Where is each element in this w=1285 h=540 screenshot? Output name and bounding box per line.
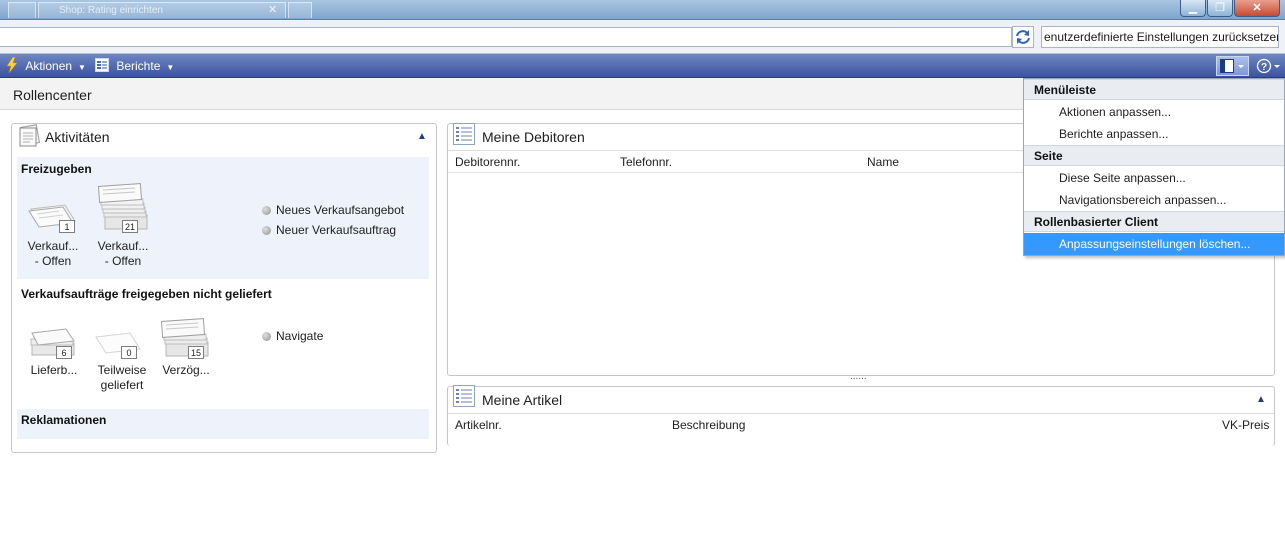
count-badge: 21 (122, 220, 138, 233)
browser-title-bar: Shop: Rating einrichten ✕ ▁ ❐ ✕ (0, 0, 1285, 20)
list-icon (453, 385, 475, 407)
column-header[interactable]: Debitorennr. (455, 155, 520, 169)
report-icon (95, 58, 109, 72)
tile-label-line1: Verkauf... (27, 239, 79, 253)
list-icon (453, 123, 475, 145)
close-button[interactable]: ✕ (1234, 0, 1280, 17)
link-label: Navigate (276, 329, 324, 343)
address-input[interactable] (0, 27, 1012, 47)
splitter-handle[interactable]: ...... (850, 371, 867, 382)
command-bar: Aktionen ▼ Berichte ▼ ? (0, 54, 1285, 78)
menu-item-customize-page[interactable]: Diese Seite anpassen... (1024, 167, 1284, 189)
divider (448, 413, 1274, 414)
chevron-down-icon: ▼ (166, 63, 175, 72)
customize-layout-button[interactable] (1216, 56, 1249, 76)
section-header: Reklamationen (21, 413, 107, 427)
count-badge: 0 (121, 346, 137, 359)
menu-group-header: Rollenbasierter Client (1024, 211, 1284, 232)
column-header[interactable]: Beschreibung (672, 418, 745, 432)
cue-tile-partially-shipped[interactable]: 0 Teilweise geliefert (92, 319, 152, 393)
cue-tile-ready-to-ship[interactable]: 6 Lieferb... (26, 319, 82, 379)
bullet-icon (262, 206, 271, 215)
actions-label: Aktionen (25, 59, 73, 73)
search-input[interactable]: enutzerdefinierte Einstellungen zurückse… (1041, 26, 1279, 48)
link-new-sales-quote[interactable]: Neues Verkaufsangebot (262, 203, 404, 217)
help-icon: ? (1256, 58, 1280, 74)
tile-label: Teilweise geliefert (88, 363, 156, 393)
page-title: Rollencenter (13, 87, 92, 103)
tile-label-line1: Verkauf... (97, 239, 149, 253)
link-label: Neuer Verkaufsauftrag (276, 223, 397, 237)
link-navigate[interactable]: Navigate (262, 329, 323, 343)
link-new-sales-order[interactable]: Neuer Verkaufsauftrag (262, 223, 396, 237)
reports-label: Berichte (116, 59, 161, 73)
count-badge: 6 (56, 346, 72, 359)
count-badge: 15 (188, 346, 204, 359)
customize-dropdown-menu: Menüleiste Aktionen anpassen... Berichte… (1023, 78, 1285, 256)
lightning-icon (6, 56, 18, 74)
tile-label: Verkauf... - Offen (19, 239, 87, 269)
menu-group-header: Menüleiste (1024, 79, 1284, 100)
help-button[interactable]: ? (1254, 56, 1282, 76)
tile-label-line1: Verzög... (162, 363, 210, 377)
tile-label: Lieferb... (20, 363, 88, 378)
new-tab-button[interactable] (288, 2, 312, 18)
menu-item-clear-personalization[interactable]: Anpassungseinstellungen löschen... (1024, 233, 1284, 255)
count-badge: 1 (59, 220, 75, 233)
browser-tab-back[interactable] (8, 2, 36, 18)
items-panel: Meine Artikel ▲ Artikelnr. Beschreibung … (447, 385, 1275, 446)
refresh-icon (1016, 30, 1030, 44)
menu-item-customize-actions[interactable]: Aktionen anpassen... (1024, 101, 1284, 123)
svg-text:?: ? (1261, 62, 1267, 73)
search-text: enutzerdefinierte Einstellungen zurückse… (1044, 30, 1279, 44)
tile-label: Verkauf... - Offen (89, 239, 157, 269)
layout-icon (1220, 59, 1244, 73)
tile-label: Verzög... (152, 363, 220, 378)
bullet-icon (262, 332, 271, 341)
activities-icon (19, 124, 41, 147)
activities-title: Aktivitäten (45, 129, 110, 145)
tile-label-line2: geliefert (100, 378, 144, 392)
customers-title: Meine Debitoren (482, 129, 585, 145)
reports-menu-button[interactable]: Berichte ▼ (95, 54, 174, 78)
refresh-button[interactable] (1012, 26, 1034, 48)
cue-tile-delayed[interactable]: 15 Verzög... (158, 314, 220, 379)
column-header[interactable]: VK-Preis (1222, 418, 1269, 432)
collapse-icon[interactable]: ▲ (417, 131, 427, 142)
tile-label-line1: Lieferb... (30, 363, 78, 377)
menu-item-customize-navigation[interactable]: Navigationsbereich anpassen... (1024, 189, 1284, 211)
actions-menu-button[interactable]: Aktionen ▼ (6, 54, 86, 78)
chevron-down-icon: ▼ (78, 63, 86, 72)
column-header[interactable]: Artikelnr. (455, 418, 502, 432)
items-title: Meine Artikel (482, 392, 563, 408)
browser-tab[interactable]: Shop: Rating einrichten (38, 2, 286, 18)
link-label: Neues Verkaufsangebot (276, 203, 405, 217)
section-header: Freizugeben (21, 162, 92, 176)
column-header[interactable]: Telefonnr. (620, 155, 672, 169)
tile-label-line2: - Offen (104, 254, 142, 268)
tab-close-icon[interactable]: ✕ (268, 2, 277, 18)
address-bar: enutzerdefinierte Einstellungen zurückse… (0, 20, 1285, 54)
cue-tile-sales-orders-open[interactable]: 21 Verkauf... - Offen (93, 181, 153, 269)
menu-item-customize-reports[interactable]: Berichte anpassen... (1024, 123, 1284, 145)
minimize-button[interactable]: ▁ (1180, 0, 1206, 17)
browser-tab-title: Shop: Rating einrichten (59, 5, 163, 16)
document-stack-icon (30, 328, 75, 356)
cue-tile-sales-quotes-open[interactable]: 1 Verkauf... - Offen (25, 195, 81, 269)
bullet-icon (262, 226, 271, 235)
tile-label-line1: Teilweise (97, 363, 147, 377)
maximize-button[interactable]: ❐ (1207, 0, 1233, 17)
activities-panel: Aktivitäten ▲ Freizugeben 1 Verkauf... -… (11, 123, 437, 453)
menu-group-header: Seite (1024, 145, 1284, 166)
collapse-icon[interactable]: ▲ (1256, 394, 1266, 405)
section-reklamationen: Reklamationen (17, 409, 429, 439)
section-freizugeben: Freizugeben 1 Verkauf... - Offen 21 Verk… (17, 157, 429, 279)
column-header[interactable]: Name (867, 155, 899, 169)
tile-label-line2: - Offen (34, 254, 72, 268)
section-header: Verkaufsaufträge freigegeben nicht gelie… (21, 287, 272, 301)
